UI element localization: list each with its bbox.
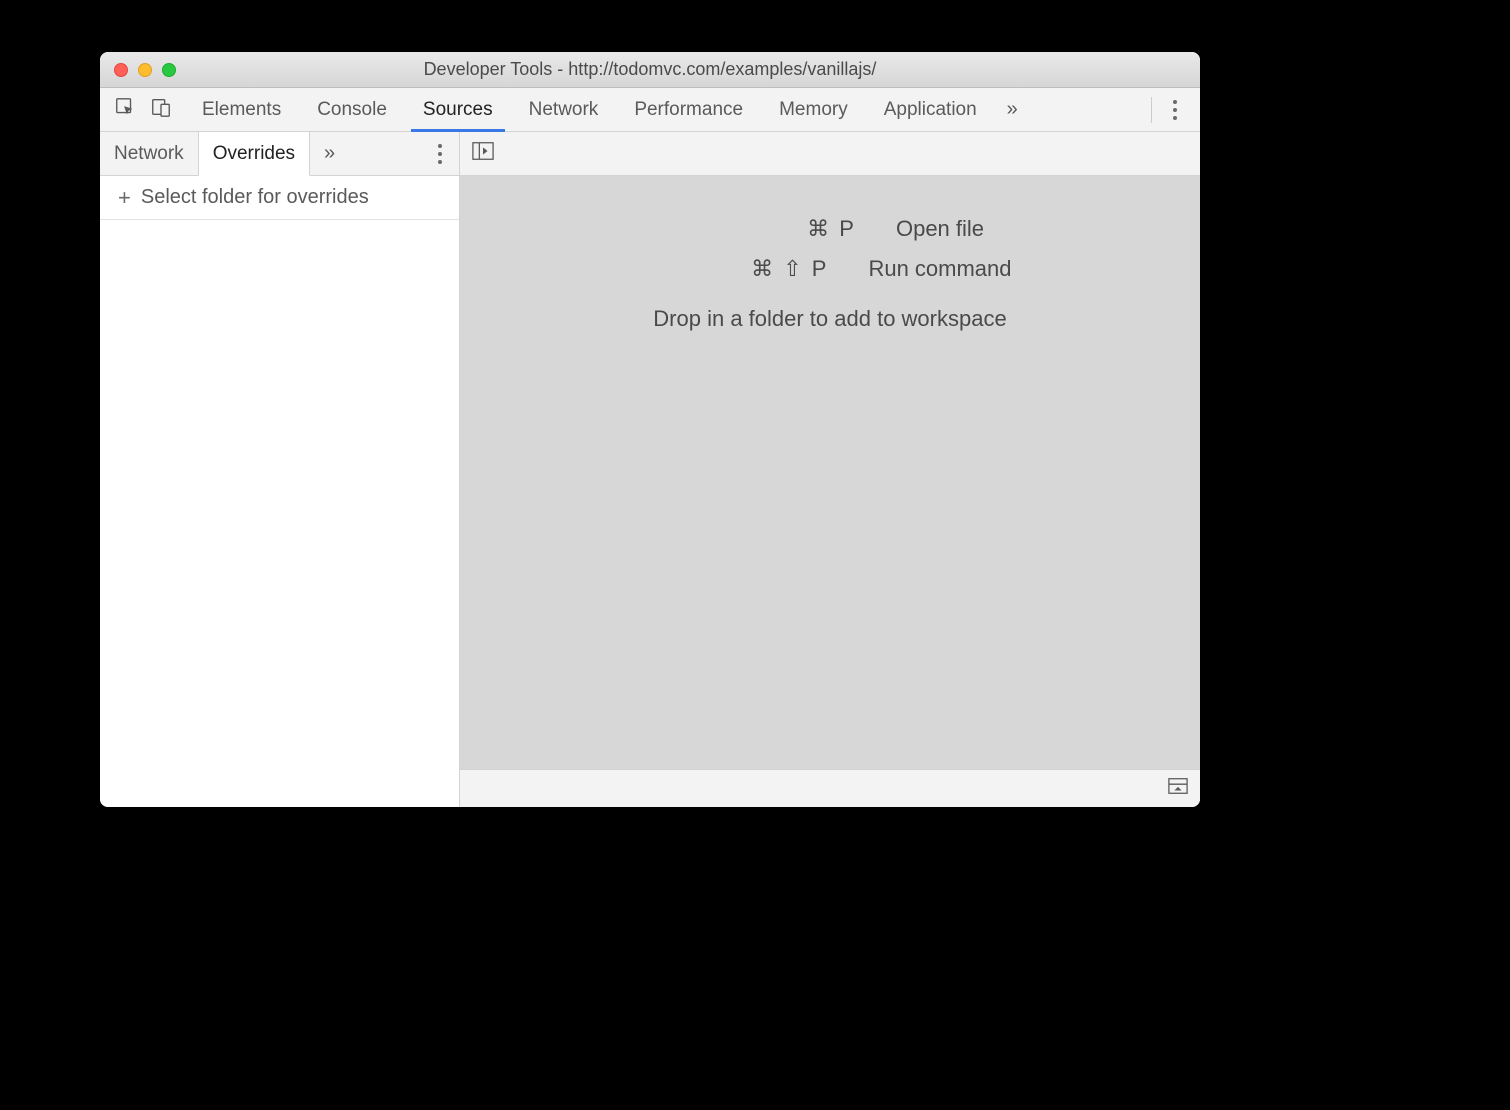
zoom-window-button[interactable] [162, 63, 176, 77]
toolbar-icon-group [108, 96, 184, 123]
body: Network Overrides » + Select folder for … [100, 132, 1200, 807]
show-console-drawer-icon[interactable] [1168, 777, 1188, 800]
editor-bottombar [460, 769, 1200, 807]
select-overrides-folder-button[interactable]: + Select folder for overrides [100, 176, 459, 220]
shortcut-run-command: ⌘ ⇧ P Run command [648, 256, 1011, 282]
close-window-button[interactable] [114, 63, 128, 77]
plus-icon: + [118, 187, 131, 209]
sidebar-tab-network[interactable]: Network [100, 132, 198, 175]
select-overrides-folder-label: Select folder for overrides [141, 186, 369, 209]
sources-sidebar: Network Overrides » + Select folder for … [100, 132, 460, 807]
devtools-window: Developer Tools - http://todomvc.com/exa… [100, 52, 1200, 807]
shortcut-label: Run command [868, 256, 1011, 282]
window-title: Developer Tools - http://todomvc.com/exa… [100, 59, 1200, 80]
tab-performance[interactable]: Performance [616, 88, 761, 131]
tab-application[interactable]: Application [866, 88, 995, 131]
tab-elements[interactable]: Elements [184, 88, 299, 131]
editor-placeholder: ⌘ P Open file ⌘ ⇧ P Run command Drop in … [460, 176, 1200, 769]
traffic-lights [114, 63, 176, 77]
editor-topbar [460, 132, 1200, 176]
settings-menu-button[interactable] [1158, 99, 1192, 121]
device-toolbar-icon[interactable] [150, 96, 172, 123]
main-tab-strip: Elements Console Sources Network Perform… [100, 88, 1200, 132]
titlebar: Developer Tools - http://todomvc.com/exa… [100, 52, 1200, 88]
workspace-drop-hint: Drop in a folder to add to workspace [653, 306, 1006, 332]
shortcut-keys: ⌘ P [676, 216, 856, 242]
tab-console[interactable]: Console [299, 88, 405, 131]
sidebar-tabs-overflow-button[interactable]: » [310, 132, 349, 175]
tab-memory[interactable]: Memory [761, 88, 866, 131]
tab-network[interactable]: Network [511, 88, 617, 131]
sidebar-more-button[interactable] [421, 132, 459, 175]
inspect-element-icon[interactable] [114, 96, 136, 123]
toggle-navigator-icon[interactable] [472, 141, 494, 166]
tab-sources[interactable]: Sources [405, 88, 511, 131]
shortcut-label: Open file [896, 216, 984, 242]
editor-area: ⌘ P Open file ⌘ ⇧ P Run command Drop in … [460, 132, 1200, 807]
minimize-window-button[interactable] [138, 63, 152, 77]
tabs-overflow-button[interactable]: » [995, 98, 1030, 121]
shortcut-open-file: ⌘ P Open file [676, 216, 984, 242]
divider [1151, 97, 1152, 123]
sidebar-tab-strip: Network Overrides » [100, 132, 459, 176]
shortcut-keys: ⌘ ⇧ P [648, 256, 828, 282]
sidebar-tab-overrides[interactable]: Overrides [198, 132, 310, 176]
